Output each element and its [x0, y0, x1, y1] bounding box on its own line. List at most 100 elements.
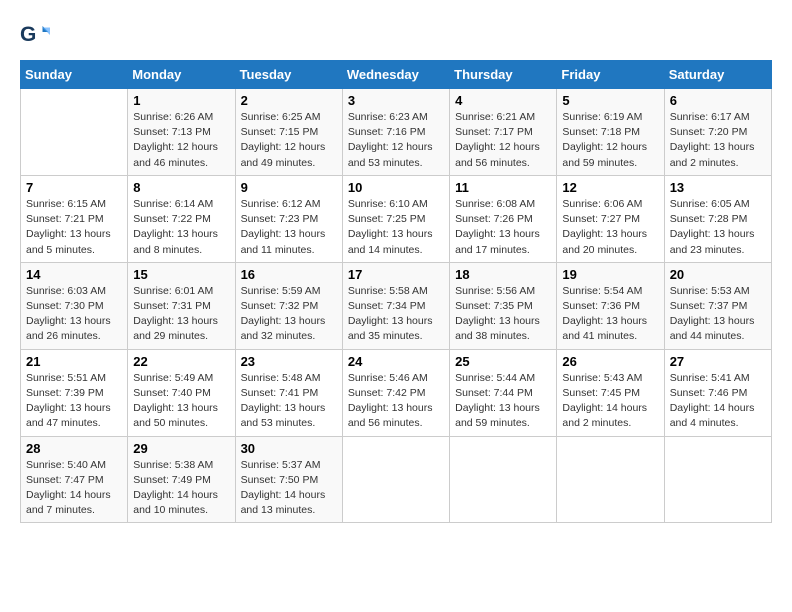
- sunset-text: Sunset: 7:42 PM: [348, 387, 426, 399]
- day-number: 3: [348, 93, 444, 108]
- daylight-text: Daylight: 13 hours and 47 minutes.: [26, 402, 111, 429]
- sunrise-text: Sunrise: 5:51 AM: [26, 372, 106, 384]
- sunrise-text: Sunrise: 5:43 AM: [562, 372, 642, 384]
- sunrise-text: Sunrise: 6:10 AM: [348, 198, 428, 210]
- daylight-text: Daylight: 13 hours and 2 minutes.: [670, 141, 755, 168]
- sunset-text: Sunset: 7:22 PM: [133, 213, 211, 225]
- day-content: Sunrise: 6:21 AM Sunset: 7:17 PM Dayligh…: [455, 110, 551, 171]
- week-row-4: 28 Sunrise: 5:40 AM Sunset: 7:47 PM Dayl…: [21, 436, 772, 523]
- daylight-text: Daylight: 13 hours and 17 minutes.: [455, 228, 540, 255]
- day-content: Sunrise: 5:43 AM Sunset: 7:45 PM Dayligh…: [562, 371, 658, 432]
- sunrise-text: Sunrise: 6:25 AM: [241, 111, 321, 123]
- day-number: 24: [348, 354, 444, 369]
- day-content: Sunrise: 6:10 AM Sunset: 7:25 PM Dayligh…: [348, 197, 444, 258]
- sunrise-text: Sunrise: 5:49 AM: [133, 372, 213, 384]
- day-cell: [557, 436, 664, 523]
- sunset-text: Sunset: 7:39 PM: [26, 387, 104, 399]
- day-cell: 1 Sunrise: 6:26 AM Sunset: 7:13 PM Dayli…: [128, 89, 235, 176]
- daylight-text: Daylight: 14 hours and 10 minutes.: [133, 489, 218, 516]
- header-cell-monday: Monday: [128, 61, 235, 89]
- header-cell-wednesday: Wednesday: [342, 61, 449, 89]
- sunset-text: Sunset: 7:45 PM: [562, 387, 640, 399]
- daylight-text: Daylight: 13 hours and 41 minutes.: [562, 315, 647, 342]
- day-cell: 29 Sunrise: 5:38 AM Sunset: 7:49 PM Dayl…: [128, 436, 235, 523]
- day-cell: [342, 436, 449, 523]
- day-cell: 15 Sunrise: 6:01 AM Sunset: 7:31 PM Dayl…: [128, 262, 235, 349]
- daylight-text: Daylight: 13 hours and 8 minutes.: [133, 228, 218, 255]
- sunrise-text: Sunrise: 6:14 AM: [133, 198, 213, 210]
- day-content: Sunrise: 6:03 AM Sunset: 7:30 PM Dayligh…: [26, 284, 122, 345]
- sunset-text: Sunset: 7:13 PM: [133, 126, 211, 138]
- day-content: Sunrise: 5:48 AM Sunset: 7:41 PM Dayligh…: [241, 371, 337, 432]
- day-content: Sunrise: 6:06 AM Sunset: 7:27 PM Dayligh…: [562, 197, 658, 258]
- day-cell: 16 Sunrise: 5:59 AM Sunset: 7:32 PM Dayl…: [235, 262, 342, 349]
- sunset-text: Sunset: 7:46 PM: [670, 387, 748, 399]
- day-cell: [21, 89, 128, 176]
- sunset-text: Sunset: 7:36 PM: [562, 300, 640, 312]
- day-cell: 23 Sunrise: 5:48 AM Sunset: 7:41 PM Dayl…: [235, 349, 342, 436]
- daylight-text: Daylight: 13 hours and 20 minutes.: [562, 228, 647, 255]
- day-content: Sunrise: 5:46 AM Sunset: 7:42 PM Dayligh…: [348, 371, 444, 432]
- sunset-text: Sunset: 7:34 PM: [348, 300, 426, 312]
- day-cell: 22 Sunrise: 5:49 AM Sunset: 7:40 PM Dayl…: [128, 349, 235, 436]
- daylight-text: Daylight: 14 hours and 4 minutes.: [670, 402, 755, 429]
- daylight-text: Daylight: 12 hours and 49 minutes.: [241, 141, 326, 168]
- day-content: Sunrise: 5:38 AM Sunset: 7:49 PM Dayligh…: [133, 458, 229, 519]
- sunrise-text: Sunrise: 6:17 AM: [670, 111, 750, 123]
- day-cell: 20 Sunrise: 5:53 AM Sunset: 7:37 PM Dayl…: [664, 262, 771, 349]
- daylight-text: Daylight: 13 hours and 32 minutes.: [241, 315, 326, 342]
- daylight-text: Daylight: 13 hours and 11 minutes.: [241, 228, 326, 255]
- day-cell: 14 Sunrise: 6:03 AM Sunset: 7:30 PM Dayl…: [21, 262, 128, 349]
- day-number: 1: [133, 93, 229, 108]
- sunrise-text: Sunrise: 6:06 AM: [562, 198, 642, 210]
- daylight-text: Daylight: 12 hours and 46 minutes.: [133, 141, 218, 168]
- sunrise-text: Sunrise: 5:53 AM: [670, 285, 750, 297]
- sunset-text: Sunset: 7:31 PM: [133, 300, 211, 312]
- daylight-text: Daylight: 14 hours and 7 minutes.: [26, 489, 111, 516]
- day-content: Sunrise: 6:05 AM Sunset: 7:28 PM Dayligh…: [670, 197, 766, 258]
- day-number: 11: [455, 180, 551, 195]
- sunrise-text: Sunrise: 5:46 AM: [348, 372, 428, 384]
- day-number: 17: [348, 267, 444, 282]
- day-content: Sunrise: 6:26 AM Sunset: 7:13 PM Dayligh…: [133, 110, 229, 171]
- sunset-text: Sunset: 7:27 PM: [562, 213, 640, 225]
- sunrise-text: Sunrise: 5:37 AM: [241, 459, 321, 471]
- day-number: 23: [241, 354, 337, 369]
- day-content: Sunrise: 5:59 AM Sunset: 7:32 PM Dayligh…: [241, 284, 337, 345]
- sunrise-text: Sunrise: 6:03 AM: [26, 285, 106, 297]
- header: G: [20, 20, 772, 50]
- sunset-text: Sunset: 7:21 PM: [26, 213, 104, 225]
- sunrise-text: Sunrise: 5:58 AM: [348, 285, 428, 297]
- day-cell: 8 Sunrise: 6:14 AM Sunset: 7:22 PM Dayli…: [128, 175, 235, 262]
- daylight-text: Daylight: 13 hours and 5 minutes.: [26, 228, 111, 255]
- day-cell: 26 Sunrise: 5:43 AM Sunset: 7:45 PM Dayl…: [557, 349, 664, 436]
- day-number: 18: [455, 267, 551, 282]
- header-cell-friday: Friday: [557, 61, 664, 89]
- day-number: 2: [241, 93, 337, 108]
- day-number: 13: [670, 180, 766, 195]
- day-content: Sunrise: 6:17 AM Sunset: 7:20 PM Dayligh…: [670, 110, 766, 171]
- week-row-0: 1 Sunrise: 6:26 AM Sunset: 7:13 PM Dayli…: [21, 89, 772, 176]
- sunset-text: Sunset: 7:18 PM: [562, 126, 640, 138]
- sunrise-text: Sunrise: 6:12 AM: [241, 198, 321, 210]
- day-number: 25: [455, 354, 551, 369]
- week-row-1: 7 Sunrise: 6:15 AM Sunset: 7:21 PM Dayli…: [21, 175, 772, 262]
- day-cell: 11 Sunrise: 6:08 AM Sunset: 7:26 PM Dayl…: [450, 175, 557, 262]
- day-content: Sunrise: 5:40 AM Sunset: 7:47 PM Dayligh…: [26, 458, 122, 519]
- day-cell: 18 Sunrise: 5:56 AM Sunset: 7:35 PM Dayl…: [450, 262, 557, 349]
- day-cell: 21 Sunrise: 5:51 AM Sunset: 7:39 PM Dayl…: [21, 349, 128, 436]
- sunset-text: Sunset: 7:23 PM: [241, 213, 319, 225]
- day-content: Sunrise: 5:58 AM Sunset: 7:34 PM Dayligh…: [348, 284, 444, 345]
- sunset-text: Sunset: 7:30 PM: [26, 300, 104, 312]
- day-number: 5: [562, 93, 658, 108]
- logo-icon: G: [20, 20, 50, 50]
- day-content: Sunrise: 6:14 AM Sunset: 7:22 PM Dayligh…: [133, 197, 229, 258]
- sunset-text: Sunset: 7:50 PM: [241, 474, 319, 486]
- sunrise-text: Sunrise: 6:05 AM: [670, 198, 750, 210]
- day-content: Sunrise: 6:15 AM Sunset: 7:21 PM Dayligh…: [26, 197, 122, 258]
- sunset-text: Sunset: 7:20 PM: [670, 126, 748, 138]
- daylight-text: Daylight: 12 hours and 56 minutes.: [455, 141, 540, 168]
- day-cell: 19 Sunrise: 5:54 AM Sunset: 7:36 PM Dayl…: [557, 262, 664, 349]
- day-cell: 5 Sunrise: 6:19 AM Sunset: 7:18 PM Dayli…: [557, 89, 664, 176]
- calendar-header: SundayMondayTuesdayWednesdayThursdayFrid…: [21, 61, 772, 89]
